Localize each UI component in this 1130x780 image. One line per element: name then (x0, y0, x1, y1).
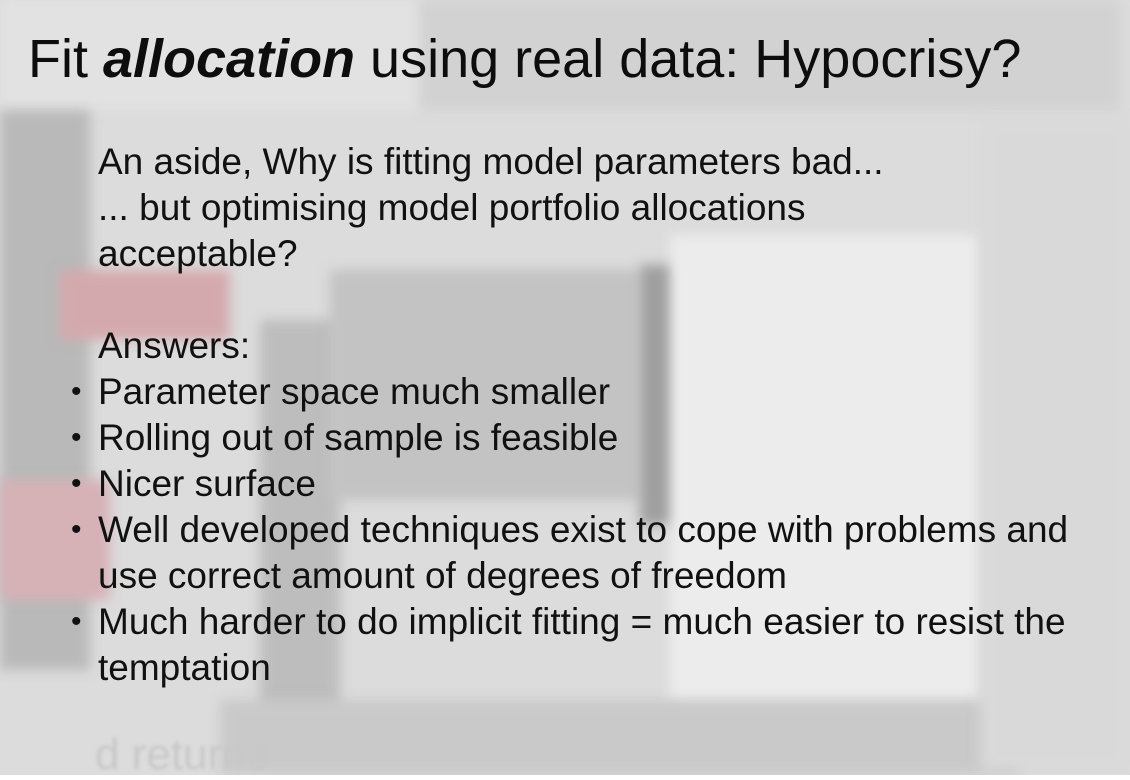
answer-item: • Well developed techniques exist to cope… (71, 507, 1098, 599)
answer-text: Rolling out of sample is feasible (98, 417, 619, 458)
answer-item: • Much harder to do implicit fitting = mu… (71, 599, 1098, 691)
slide-title: Fit allocation using real data: Hypocris… (28, 28, 1021, 90)
intro-line-1: An aside, Why is fitting model parameter… (98, 141, 884, 182)
bullet-icon: • (71, 375, 82, 408)
answer-item: • Rolling out of sample is feasible (71, 415, 1098, 461)
background-partial-text: d returns (95, 730, 269, 779)
answer-text: Nicer surface (98, 463, 316, 504)
answer-item: • Parameter space much smaller (71, 369, 1098, 415)
answer-text: Well developed techniques exist to cope … (98, 509, 1069, 596)
bullet-icon: • (71, 605, 82, 638)
slide-body: An aside, Why is fitting model parameter… (71, 139, 1098, 691)
answer-text: Parameter space much smaller (98, 371, 611, 412)
answer-text: Much harder to do implicit fitting = muc… (98, 601, 1066, 688)
bullet-icon: • (71, 421, 82, 454)
answer-item: • Nicer surface (71, 461, 1098, 507)
answers-list: • Parameter space much smaller • Rolling o… (71, 369, 1098, 691)
title-prefix: Fit (28, 29, 103, 89)
bullet-icon: • (71, 467, 82, 500)
title-suffix: using real data: Hypocrisy? (355, 29, 1022, 89)
bullet-icon: • (71, 513, 82, 546)
intro-line-3: acceptable? (98, 233, 298, 274)
title-emphasis: allocation (103, 29, 356, 89)
answers-label: Answers: (98, 325, 251, 366)
intro-line-2: ... but optimising model portfolio alloc… (98, 187, 806, 228)
